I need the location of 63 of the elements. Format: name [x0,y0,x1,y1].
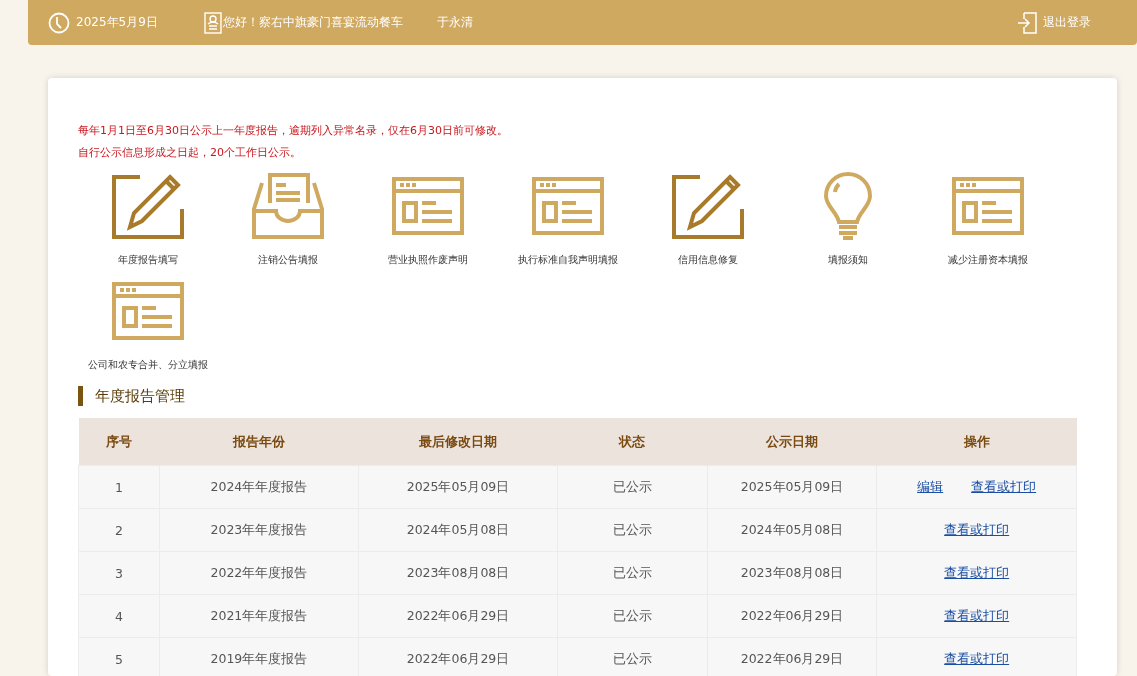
section-marker [78,386,83,406]
service-label[interactable]: 执行标准自我声明填报 [518,254,618,267]
id-card-icon [203,11,222,34]
form-icon [112,282,184,340]
service-label[interactable]: 填报须知 [828,254,868,267]
column-header: 最后修改日期 [358,418,558,466]
service-label[interactable]: 公司和农专合并、分立填报 [88,359,208,372]
table-cell: 1 [78,465,160,509]
column-header: 序号 [78,418,160,466]
clock-icon [48,11,70,34]
pencil-icon [672,173,744,239]
form-icon [952,177,1024,235]
table-cell: 2021年年度报告 [159,594,359,638]
table-cell: 2022年06月29日 [358,637,558,676]
table-cell: 2023年08月08日 [707,551,877,595]
table-cell: 2023年年度报告 [159,508,359,552]
service-label[interactable]: 年度报告填写 [118,254,178,267]
column-header: 操作 [876,418,1077,466]
table-cell: 2022年06月29日 [358,594,558,638]
action-link[interactable]: 查看或打印 [944,521,1010,539]
form-icon [532,177,604,235]
table-cell: 2022年年度报告 [159,551,359,595]
service-label[interactable]: 减少注册资本填报 [948,254,1028,267]
action-link[interactable]: 编辑 [917,478,944,496]
action-link[interactable]: 查看或打印 [944,607,1010,625]
notice-text: 每年1月1日至6月30日公示上一年度报告，逾期列入异常名录，仅在6月30日前可修改。 [78,123,509,139]
table-cell: 已公示 [557,637,708,676]
action-link[interactable]: 查看或打印 [944,564,1010,582]
table-cell: 3 [78,551,160,595]
table-cell: 2022年06月29日 [707,594,877,638]
user-name: 于永清 [436,14,473,31]
column-header: 公示日期 [707,418,877,466]
table-cell: 2024年年度报告 [159,465,359,509]
table-cell: 已公示 [557,551,708,595]
column-header: 报告年份 [159,418,359,466]
service-label[interactable]: 注销公告填报 [258,254,318,267]
column-header: 状态 [557,418,708,466]
table-cell: 已公示 [557,594,708,638]
current-date: 2025年5月9日 [76,14,158,31]
table-cell: 2023年08月08日 [358,551,558,595]
table-cell: 2024年05月08日 [707,508,877,552]
table-cell: 2 [78,508,160,552]
table-cell: 2022年06月29日 [707,637,877,676]
table-cell: 2024年05月08日 [358,508,558,552]
table-cell: 5 [78,637,160,676]
pencil-icon [112,173,184,239]
action-link[interactable]: 查看或打印 [944,650,1010,668]
logout-icon[interactable] [1017,11,1037,34]
table-cell: 2019年年度报告 [159,637,359,676]
service-label[interactable]: 信用信息修复 [678,254,738,267]
table-cell: 已公示 [557,508,708,552]
service-label[interactable]: 营业执照作废声明 [388,254,468,267]
form-icon [392,177,464,235]
lightbulb-icon [823,172,873,240]
greeting-text: 您好！察右中旗豪门喜宴流动餐车 [222,14,403,31]
notice-text: 自行公示信息形成之日起，20个工作日公示。 [78,145,302,161]
action-link[interactable]: 查看或打印 [971,478,1037,496]
section-title: 年度报告管理 [95,386,185,406]
inbox-icon [252,173,324,239]
table-cell: 4 [78,594,160,638]
table-cell: 2025年05月09日 [358,465,558,509]
table-cell: 2025年05月09日 [707,465,877,509]
table-cell: 已公示 [557,465,708,509]
